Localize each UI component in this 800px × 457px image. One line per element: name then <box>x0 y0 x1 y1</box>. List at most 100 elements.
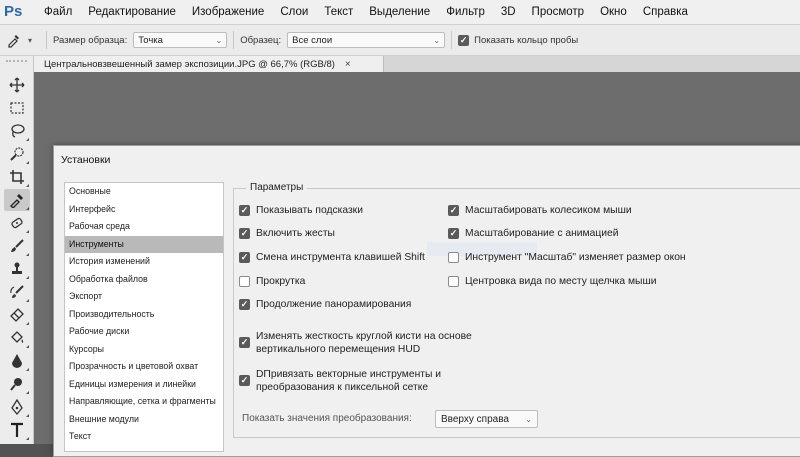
quick-select-icon[interactable] <box>4 143 30 165</box>
pen-icon[interactable] <box>4 396 30 418</box>
parameters-group <box>233 188 800 438</box>
category-item-selected[interactable]: Инструменты <box>65 235 223 253</box>
option-zoom-resizes-windows[interactable]: Инструмент "Масштаб" изменяет размер око… <box>448 251 686 264</box>
category-item[interactable]: Экспорт <box>65 288 223 306</box>
zoom-resizes-windows-label: Инструмент "Масштаб" изменяет размер око… <box>465 252 686 263</box>
snap-vector-tools-line1: DПривязать векторные инструменты и <box>256 369 442 380</box>
category-item[interactable]: Единицы измерения и линейки <box>65 376 223 394</box>
eraser-icon[interactable] <box>4 304 30 326</box>
animated-zoom-checkbox[interactable] <box>448 228 459 239</box>
blur-icon[interactable] <box>4 350 30 372</box>
zoom-scroll-wheel-label: Масштабировать колесиком мыши <box>465 205 632 216</box>
menu-file[interactable]: Файл <box>36 0 80 24</box>
category-item[interactable]: Производительность <box>65 306 223 324</box>
menu-type[interactable]: Текст <box>316 0 361 24</box>
show-tooltips-label: Показывать подсказки <box>256 205 363 216</box>
option-animated-zoom[interactable]: Масштабирование с анимацией <box>448 227 618 240</box>
menu-layer[interactable]: Слои <box>272 0 316 24</box>
dodge-icon[interactable] <box>4 373 30 395</box>
menu-help[interactable]: Справка <box>635 0 696 24</box>
menu-bar: Ps Файл Редактирование Изображение Слои … <box>0 0 800 25</box>
show-ring-label: Показать кольцо пробы <box>474 34 579 46</box>
menu-3d[interactable]: 3D <box>493 0 524 24</box>
hud-brush-hardness-line1: Изменять жесткость круглой кисти на осно… <box>256 331 472 342</box>
category-item[interactable]: Рабочие диски <box>65 323 223 341</box>
sample-value: Все слои <box>292 34 333 46</box>
sample-label: Образец: <box>240 34 282 46</box>
lasso-icon[interactable] <box>4 120 30 142</box>
zoom-clicked-point-label: Центровка вида по месту щелчка мыши <box>465 276 657 287</box>
panel-grip[interactable] <box>6 60 27 70</box>
close-icon[interactable]: × <box>345 59 351 70</box>
divider <box>233 31 235 49</box>
category-item[interactable]: Курсоры <box>65 341 223 359</box>
option-snap-vector-tools[interactable]: DПривязать векторные инструменты и преоб… <box>239 368 441 394</box>
option-show-tooltips[interactable]: Показывать подсказки <box>239 204 363 217</box>
sample-size-value: Точка <box>138 34 163 46</box>
paint-bucket-icon[interactable] <box>4 327 30 349</box>
menu-edit[interactable]: Редактирование <box>80 0 184 24</box>
show-transform-values-value: Вверху справа <box>441 413 509 425</box>
sample-size-select[interactable]: Точка ⌄ <box>133 32 228 48</box>
option-zoom-scroll-wheel[interactable]: Масштабировать колесиком мыши <box>448 204 632 217</box>
category-item[interactable]: Основные <box>65 183 223 201</box>
shift-tool-switch-checkbox[interactable] <box>239 252 250 263</box>
zoom-clicked-point-checkbox[interactable] <box>448 276 459 287</box>
move-icon[interactable] <box>4 74 30 96</box>
menu-view[interactable]: Просмотр <box>524 0 593 24</box>
eyedropper-icon[interactable] <box>4 189 30 211</box>
photoshop-logo: Ps <box>4 3 23 20</box>
snap-vector-tools-label: DПривязать векторные инструменты и преоб… <box>256 368 441 394</box>
sample-select[interactable]: Все слои ⌄ <box>287 32 446 48</box>
menu-filter[interactable]: Фильтр <box>438 0 493 24</box>
option-zoom-clicked-point[interactable]: Центровка вида по месту щелчка мыши <box>448 275 656 288</box>
enable-gestures-checkbox[interactable] <box>239 228 250 239</box>
overscroll-checkbox[interactable] <box>239 276 250 287</box>
show-transform-values-select[interactable]: Вверху справа ⌄ <box>435 410 538 428</box>
type-icon[interactable] <box>4 419 30 441</box>
chevron-down-icon: ⌄ <box>215 35 223 45</box>
category-item[interactable]: Текст <box>65 428 223 446</box>
divider <box>451 31 453 49</box>
zoom-resizes-windows-checkbox[interactable] <box>448 252 459 263</box>
history-brush-icon[interactable] <box>4 281 30 303</box>
option-flick-panning[interactable]: Продолжение панорамирования <box>239 298 411 311</box>
crop-icon[interactable] <box>4 166 30 188</box>
category-item[interactable]: Интерфейс <box>65 201 223 219</box>
menu-select[interactable]: Выделение <box>361 0 438 24</box>
category-item[interactable]: Направляющие, сетка и фрагменты <box>65 393 223 411</box>
hud-brush-hardness-label: Изменять жесткость круглой кисти на осно… <box>256 330 472 356</box>
category-item[interactable]: Внешние модули <box>65 411 223 429</box>
brush-icon[interactable] <box>4 235 30 257</box>
eyedropper-icon[interactable] <box>6 32 26 48</box>
option-enable-gestures[interactable]: Включить жесты <box>239 227 335 240</box>
healing-icon[interactable] <box>4 212 30 234</box>
menu-image[interactable]: Изображение <box>184 0 272 24</box>
dialog-title: Установки <box>61 154 111 166</box>
sample-size-label: Размер образца: <box>53 34 128 46</box>
options-bar: ▾ Размер образца: Точка ⌄ Образец: Все с… <box>0 25 800 56</box>
zoom-scroll-wheel-checkbox[interactable] <box>448 205 459 216</box>
snap-vector-tools-checkbox[interactable] <box>239 375 250 386</box>
category-list: Основные Интерфейс Рабочая среда Инструм… <box>64 182 224 452</box>
category-item[interactable]: Прозрачность и цветовой охват <box>65 358 223 376</box>
clone-stamp-icon[interactable] <box>4 258 30 280</box>
document-tab[interactable]: Центральновзвешенный замер экспозиции.JP… <box>34 56 384 72</box>
show-tooltips-checkbox[interactable] <box>239 205 250 216</box>
option-overscroll[interactable]: Прокрутка <box>239 275 305 288</box>
flick-panning-checkbox[interactable] <box>239 299 250 310</box>
enable-gestures-label: Включить жесты <box>256 228 335 239</box>
option-hud-brush-hardness[interactable]: Изменять жесткость круглой кисти на осно… <box>239 330 472 356</box>
document-tab-title: Центральновзвешенный замер экспозиции.JP… <box>44 58 335 70</box>
marquee-icon[interactable] <box>4 97 30 119</box>
hud-brush-hardness-checkbox[interactable] <box>239 337 250 348</box>
snap-vector-tools-line2: преобразования к пиксельной сетке <box>256 382 429 393</box>
category-item[interactable]: Рабочая среда <box>65 218 223 236</box>
menu-window[interactable]: Окно <box>592 0 635 24</box>
category-item[interactable]: История изменений <box>65 253 223 271</box>
chevron-down-icon: ⌄ <box>525 414 532 424</box>
show-ring-checkbox[interactable] <box>458 34 470 46</box>
category-item[interactable]: Обработка файлов <box>65 271 223 289</box>
tool-preset-chevron-icon[interactable]: ▾ <box>28 36 32 45</box>
option-shift-tool-switch[interactable]: Смена инструмента клавишей Shift <box>239 251 425 264</box>
